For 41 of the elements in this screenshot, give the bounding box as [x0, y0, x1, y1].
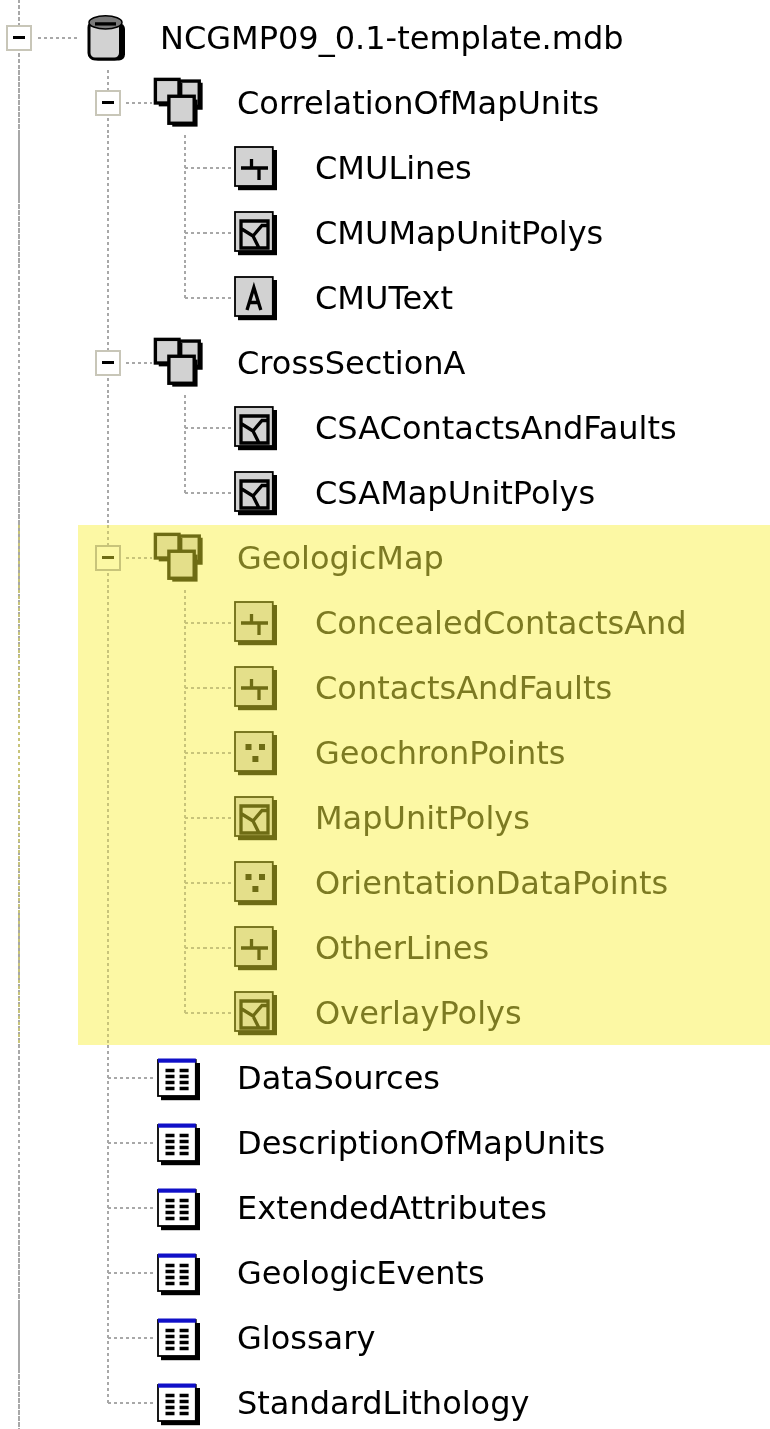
tree-item[interactable]: ConcealedContactsAnd [315, 603, 687, 642]
tree-item[interactable]: CSAMapUnitPolys [315, 473, 596, 512]
tree-item[interactable]: CMUText [315, 278, 454, 317]
tree-item[interactable]: CMUMapUnitPolys [315, 213, 604, 252]
line-feature-icon [232, 923, 280, 972]
tree-item[interactable]: Glossary [237, 1318, 376, 1357]
tree-item[interactable]: NCGMP09_0.1-template.mdb [160, 18, 624, 57]
tree-item[interactable]: OtherLines [315, 928, 490, 967]
point-feature-icon [232, 728, 280, 777]
polygon-feature-icon [232, 208, 280, 257]
polygon-feature-icon [232, 403, 280, 452]
collapse-toggle[interactable] [95, 544, 121, 571]
tree-item[interactable]: GeochronPoints [315, 733, 566, 772]
polygon-feature-icon [232, 468, 280, 517]
point-feature-icon [232, 858, 280, 907]
tree-item[interactable]: MapUnitPolys [315, 798, 530, 837]
tree-item[interactable]: OrientationDataPoints [315, 863, 669, 902]
stacked-squares-icon [152, 530, 206, 585]
stacked-squares-icon [152, 335, 206, 390]
collapse-toggle[interactable] [6, 24, 32, 51]
line-feature-icon [232, 143, 280, 192]
tree-item[interactable]: StandardLithology [237, 1383, 530, 1422]
polygon-feature-icon [232, 988, 280, 1037]
annotation-icon [232, 273, 280, 322]
tree-item[interactable]: GeologicMap [237, 538, 444, 577]
tree-item[interactable]: DataSources [237, 1058, 440, 1097]
tree-item[interactable]: CrossSectionA [237, 343, 466, 382]
tree-item[interactable]: CMULines [315, 148, 472, 187]
tree-item[interactable]: CSAContactsAndFaults [315, 408, 677, 447]
stacked-squares-icon [152, 75, 206, 130]
collapse-toggle[interactable] [95, 89, 121, 116]
tree-item[interactable]: CorrelationOfMapUnits [237, 83, 600, 122]
tree-item[interactable]: DescriptionOfMapUnits [237, 1123, 606, 1162]
tree-item[interactable]: GeologicEvents [237, 1253, 485, 1292]
tree-item[interactable]: OverlayPolys [315, 993, 522, 1032]
polygon-feature-icon [232, 793, 280, 842]
collapse-toggle[interactable] [95, 349, 121, 376]
tree-item[interactable]: ExtendedAttributes [237, 1188, 547, 1227]
line-feature-icon [232, 598, 280, 647]
tree-item[interactable]: ContactsAndFaults [315, 668, 613, 707]
line-feature-icon [232, 663, 280, 712]
